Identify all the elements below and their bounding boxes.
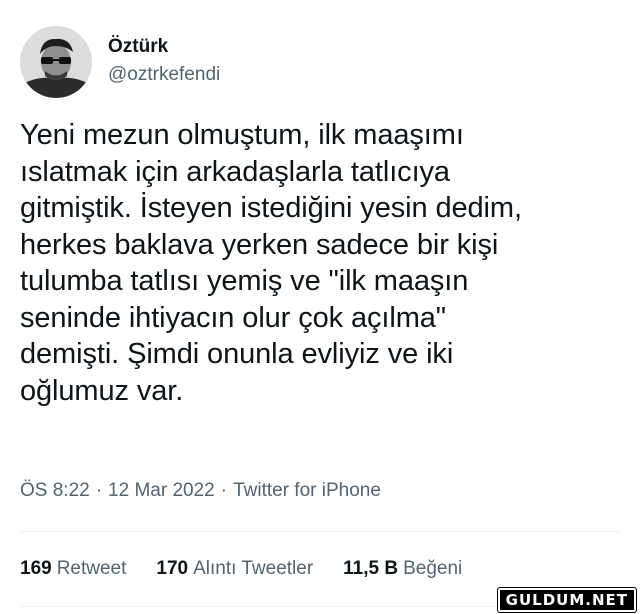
author-handle[interactable]: @oztrkefendi (108, 64, 220, 86)
like-label: Beğeni (403, 558, 463, 579)
quote-tweet-count: 170 (156, 558, 189, 579)
quote-tweet-stat[interactable]: 170 Alıntı Tweetler (156, 558, 313, 580)
site-watermark: GULDUM.NET (497, 588, 636, 612)
tweet-card: Öztürk @oztrkefendi Yeni mezun olmuştum,… (0, 0, 640, 614)
tweet-text: Yeni mezun olmuştum, ilk maaşımı ıslatma… (20, 119, 522, 407)
tweet-metadata: ÖS 8:22 · 12 Mar 2022 · Twitter for iPhone (20, 480, 381, 502)
divider (20, 531, 620, 532)
retweet-stat[interactable]: 169 Retweet (20, 558, 126, 580)
engagement-stats: 169 Retweet 170 Alıntı Tweetler 11,5 B Beğe… (20, 558, 462, 580)
profile-photo-with-sunglasses-icon (20, 26, 92, 98)
meta-separator: · (220, 480, 228, 501)
tweet-time[interactable]: ÖS 8:22 (20, 480, 90, 501)
tweet-date[interactable]: 12 Mar 2022 (108, 480, 215, 501)
author-display-name[interactable]: Öztürk (108, 36, 168, 58)
tweet-source[interactable]: Twitter for iPhone (233, 480, 381, 501)
retweet-label: Retweet (56, 558, 127, 579)
retweet-count: 169 (20, 558, 52, 579)
quote-tweet-label: Alıntı Tweetler (193, 558, 314, 579)
meta-separator: · (95, 480, 103, 501)
like-count: 11,5 B (343, 558, 399, 579)
like-stat[interactable]: 11,5 B Beğeni (343, 558, 462, 580)
avatar[interactable] (20, 26, 92, 98)
